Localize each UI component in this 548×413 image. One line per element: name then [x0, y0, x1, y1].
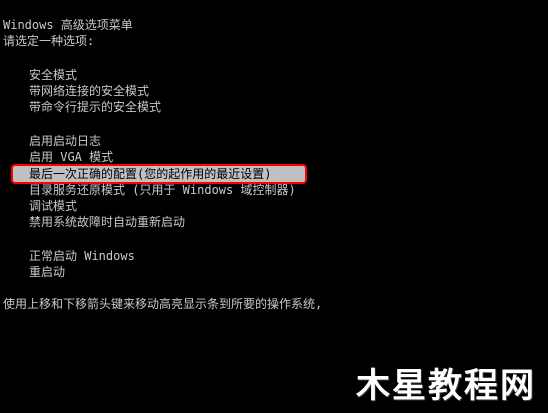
menu-item-safe-mode-command-prompt[interactable]: 带命令行提示的安全模式	[29, 99, 161, 115]
menu-item-debugging-mode[interactable]: 调试模式	[29, 198, 77, 214]
menu-item-last-known-good-configuration[interactable]: 最后一次正确的配置(您的起作用的最近设置)	[11, 164, 307, 184]
menu-title: Windows 高级选项菜单	[3, 18, 133, 32]
menu-prompt: 请选定一种选项:	[3, 34, 95, 48]
navigation-hint: 使用上移和下移箭头键来移动高亮显示条到所要的操作系统,	[3, 297, 323, 311]
boot-menu-screen: Windows 高级选项菜单 请选定一种选项: 安全模式 带网络连接的安全模式 …	[0, 0, 548, 413]
site-watermark-logo: 木星教程网	[356, 366, 536, 406]
menu-item-disable-auto-restart[interactable]: 禁用系统故障时自动重新启动	[29, 214, 185, 230]
menu-item-enable-vga-mode[interactable]: 启用 VGA 模式	[29, 149, 113, 165]
menu-item-reboot[interactable]: 重启动	[29, 264, 65, 280]
menu-item-enable-boot-logging[interactable]: 启用启动日志	[29, 133, 101, 149]
menu-item-safe-mode[interactable]: 安全模式	[29, 67, 77, 83]
menu-item-directory-services-restore[interactable]: 目录服务还原模式 (只用于 Windows 域控制器)	[29, 182, 296, 198]
menu-item-start-windows-normally[interactable]: 正常启动 Windows	[29, 248, 135, 264]
menu-item-safe-mode-networking[interactable]: 带网络连接的安全模式	[29, 83, 149, 99]
